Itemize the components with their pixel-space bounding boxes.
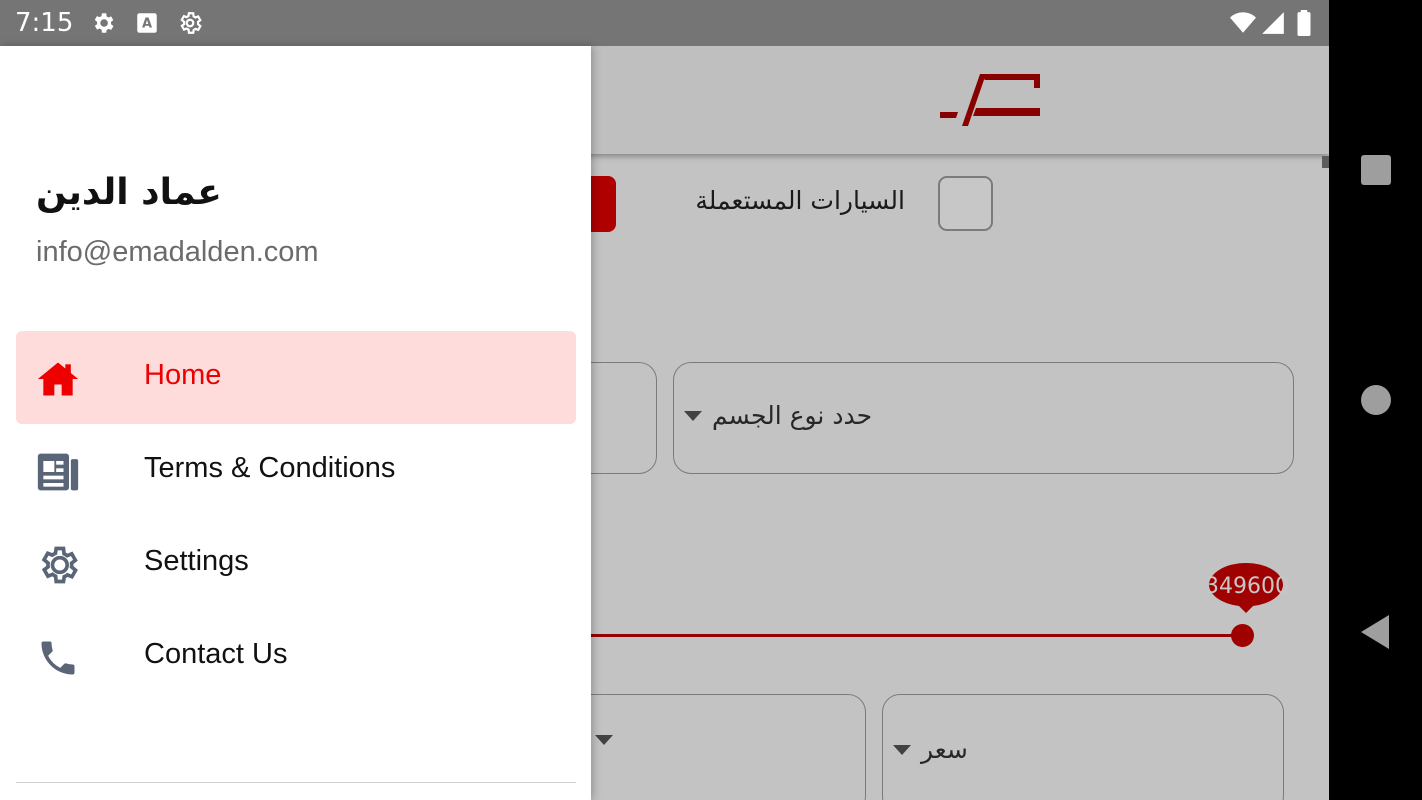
- svg-text:A: A: [142, 16, 152, 31]
- drawer-item-terms[interactable]: Terms & Conditions: [16, 424, 576, 517]
- user-email: info@emadalden.com: [36, 236, 319, 268]
- font-notification-icon: A: [137, 13, 157, 33]
- back-icon: [1360, 615, 1389, 649]
- wifi-icon: [1230, 12, 1256, 33]
- recents-button[interactable]: [1329, 150, 1422, 190]
- drawer-item-home[interactable]: Home: [16, 331, 576, 424]
- document-icon: [37, 453, 79, 491]
- drawer-item-label: Terms & Conditions: [144, 452, 396, 484]
- drawer-divider: [16, 782, 576, 783]
- drawer-item-label: Home: [144, 359, 222, 391]
- phone-icon: [41, 641, 75, 675]
- status-time: 7:15: [15, 8, 74, 38]
- home-icon: [37, 362, 79, 396]
- gear-icon: [41, 546, 78, 584]
- home-nav-button[interactable]: [1329, 380, 1422, 420]
- drawer-item-label: Settings: [144, 545, 249, 577]
- status-bar: 7:15 A: [0, 0, 1329, 46]
- drawer-item-label: Contact Us: [144, 638, 288, 670]
- signal-icon: [1262, 12, 1284, 34]
- system-nav-bar: [1329, 0, 1422, 800]
- settings-notification-icon: [94, 13, 114, 33]
- home-circle-icon: [1360, 385, 1391, 415]
- drawer-item-contact[interactable]: Contact Us: [16, 610, 576, 703]
- navigation-drawer: عماد الدين info@emadalden.com Home Terms…: [0, 46, 591, 800]
- user-name: عماد الدين: [36, 172, 222, 213]
- battery-icon: [1297, 10, 1311, 36]
- recents-icon: [1360, 155, 1391, 185]
- gear-notification-icon: [180, 12, 202, 34]
- back-button[interactable]: [1329, 612, 1422, 652]
- drawer-item-settings[interactable]: Settings: [16, 517, 576, 610]
